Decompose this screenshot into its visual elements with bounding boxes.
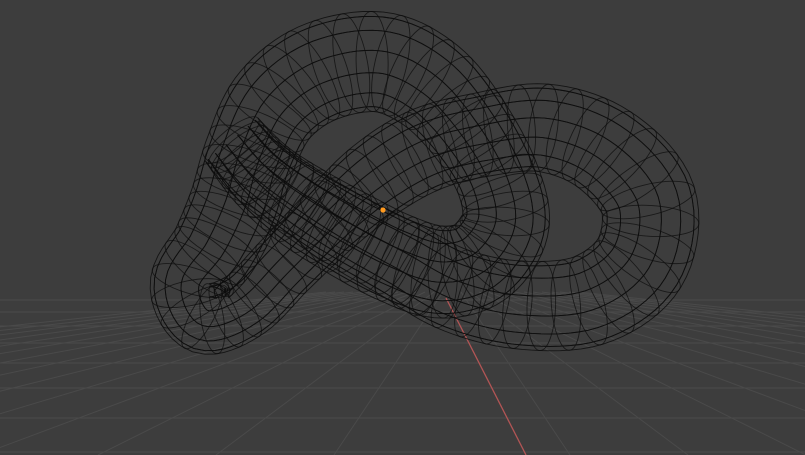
x-axis-line: [445, 297, 527, 455]
grid-line: [0, 291, 336, 332]
floor-grid: [0, 291, 805, 455]
grid-line: [0, 291, 381, 364]
grid-line: [0, 291, 390, 376]
grid-line: [523, 291, 805, 346]
grid-line: [0, 291, 363, 347]
grid-line: [0, 291, 408, 415]
object-origin-point[interactable]: [380, 207, 386, 213]
wire-ring: [598, 232, 681, 293]
wire-ring: [391, 221, 435, 309]
grid-line: [0, 291, 417, 449]
wire-ring: [202, 144, 292, 184]
wire-ring: [600, 222, 695, 265]
grid-line: [0, 291, 327, 328]
wire-ring: [405, 56, 474, 130]
viewport-canvas[interactable]: [0, 0, 805, 455]
grid-line: [0, 291, 372, 355]
wire-ring: [221, 136, 280, 189]
wire-ring: [527, 83, 559, 172]
grid-line: [514, 291, 805, 355]
wire-ring: [561, 97, 610, 181]
wire-ring: [192, 177, 282, 219]
wire-ring: [506, 84, 536, 172]
wire-ring: [483, 89, 515, 174]
3d-viewport[interactable]: [0, 0, 805, 455]
grid-line: [532, 291, 805, 338]
wire-ring: [587, 128, 657, 200]
wire-ring: [545, 88, 584, 176]
grid-line: [541, 291, 805, 332]
wire-ring: [455, 220, 531, 278]
wire-ring: [371, 15, 411, 114]
